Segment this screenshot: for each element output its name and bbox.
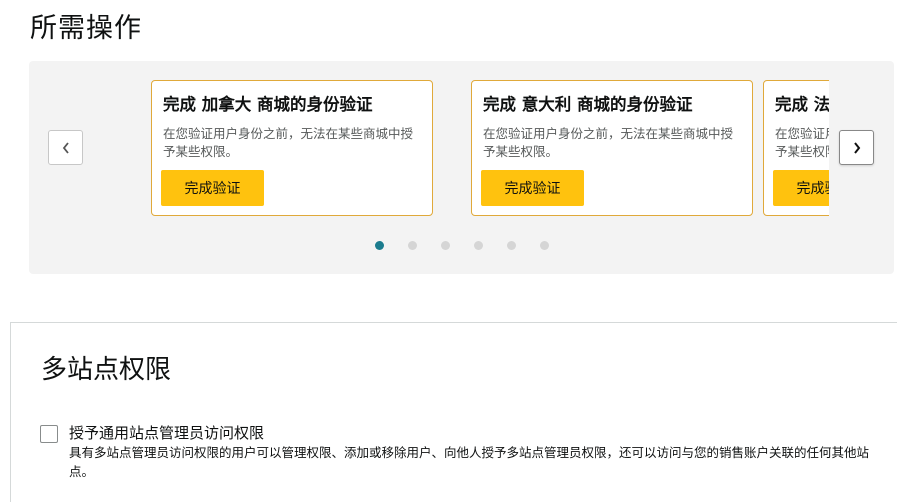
required-actions-carousel: 完成 加拿大 商城的身份验证 在您验证用户身份之前，无法在某些商城中授予某些权限… [29, 61, 894, 274]
checkbox-label[interactable]: 授予通用站点管理员访问权限 [69, 422, 264, 443]
verification-card: 完成 意大利 商城的身份验证 在您验证用户身份之前，无法在某些商城中授予某些权限… [471, 80, 753, 216]
section-title: 多站点权限 [41, 355, 172, 385]
card-title: 完成 意大利 商城的身份验证 [483, 95, 693, 114]
pagination-dot[interactable] [474, 241, 483, 250]
page-title: 所需操作 [30, 13, 142, 44]
card-description: 在您验证用户身份之前，无法在某些商城中授予某些权限。 [775, 126, 829, 159]
card-description: 在您验证用户身份之前，无法在某些商城中授予某些权限。 [483, 126, 734, 159]
pagination-dot[interactable] [408, 241, 417, 250]
chevron-left-icon [62, 141, 69, 154]
carousel-prev-button[interactable] [48, 130, 83, 165]
pagination-dot[interactable] [507, 241, 516, 250]
verification-card: 完成 加拿大 商城的身份验证 在您验证用户身份之前，无法在某些商城中授予某些权限… [151, 80, 433, 216]
complete-verification-button[interactable]: 完成验证 [773, 170, 829, 206]
pagination-dot[interactable] [441, 241, 450, 250]
carousel-pagination [29, 241, 894, 251]
chevron-right-icon [853, 141, 860, 154]
complete-verification-button[interactable]: 完成验证 [161, 170, 264, 206]
verification-card: 完成 法 在您验证用户身份之前，无法在某些商城中授予某些权限。 完成验证 [763, 80, 829, 216]
pagination-dot[interactable] [540, 241, 549, 250]
universal-admin-checkbox[interactable] [40, 425, 58, 443]
card-description: 在您验证用户身份之前，无法在某些商城中授予某些权限。 [163, 126, 414, 159]
carousel-viewport: 完成 加拿大 商城的身份验证 在您验证用户身份之前，无法在某些商城中授予某些权限… [149, 79, 829, 219]
card-title: 完成 加拿大 商城的身份验证 [163, 95, 373, 114]
pagination-dot[interactable] [375, 241, 384, 250]
card-title: 完成 法 [775, 95, 829, 114]
carousel-next-button[interactable] [839, 130, 874, 165]
multi-site-permissions-panel: 多站点权限 授予通用站点管理员访问权限 具有多站点管理员访问权限的用户可以管理权… [10, 322, 897, 502]
complete-verification-button[interactable]: 完成验证 [481, 170, 584, 206]
checkbox-description: 具有多站点管理员访问权限的用户可以管理权限、添加或移除用户、向他人授予多站点管理… [69, 445, 870, 479]
